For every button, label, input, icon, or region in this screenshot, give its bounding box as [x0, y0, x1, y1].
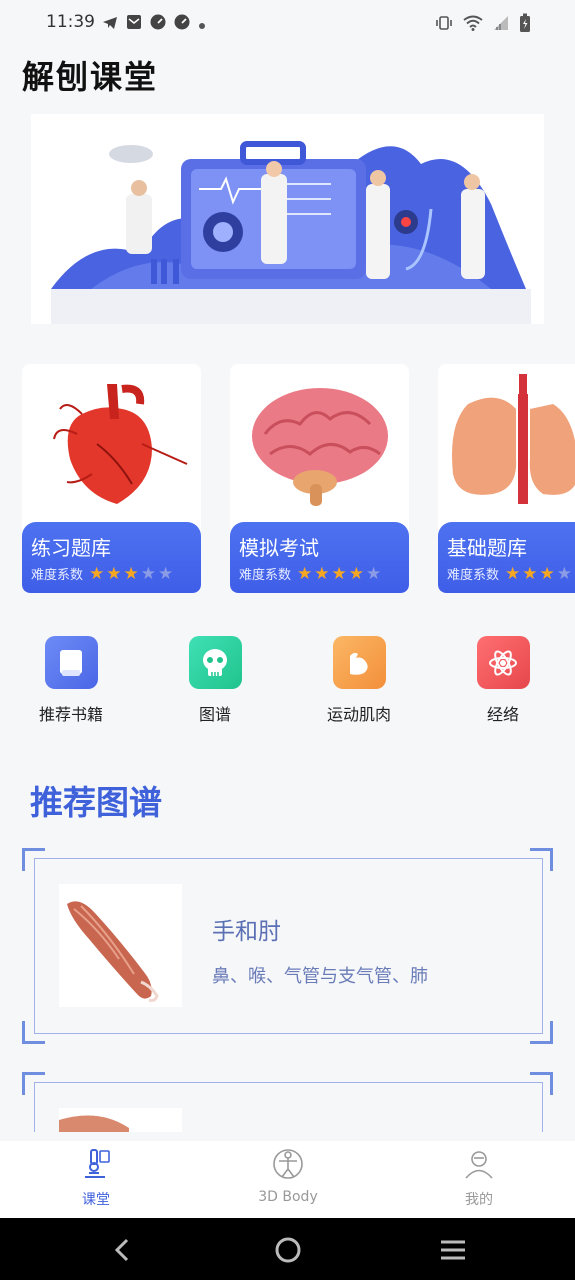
system-nav-bar: [0, 1218, 575, 1280]
quick-link-books[interactable]: 推荐书籍: [16, 636, 126, 725]
nav-label: 3D Body: [258, 1189, 318, 1205]
star-icon: ★: [539, 563, 555, 584]
speedometer-icon: [174, 14, 190, 34]
card-basic-bank[interactable]: 基础题库 难度系数 ★★★★★: [438, 364, 575, 593]
card-mock-exam[interactable]: 模拟考试 难度系数 ★ ★ ★ ★ ★: [230, 364, 409, 593]
star-icon: ★: [348, 563, 365, 584]
atlas-item[interactable]: 手和肘 鼻、喉、气管与支气管、肺: [22, 848, 553, 1044]
quick-links: 推荐书籍 图谱 运动肌肉 经络: [0, 636, 575, 726]
arm-muscle-thumbnail: [59, 884, 182, 1007]
body-icon: [271, 1149, 305, 1185]
brain-illustration: [230, 364, 409, 524]
card-practice-bank[interactable]: 练习题库 难度系数 ★ ★ ★ ★ ★: [22, 364, 201, 593]
difficulty-row: 难度系数 ★★★★★: [31, 564, 173, 583]
card-title: 练习题库: [31, 536, 111, 560]
section-title: 推荐图谱: [30, 783, 162, 822]
difficulty-label: 难度系数: [447, 568, 500, 583]
card-title: 模拟考试: [239, 536, 319, 560]
system-icons: [435, 13, 531, 37]
back-icon[interactable]: [112, 1237, 132, 1267]
wifi-icon: [463, 15, 483, 35]
atlas-item[interactable]: [22, 1072, 553, 1132]
lungs-illustration: [438, 364, 575, 524]
atlas-title: 手和肘: [212, 919, 281, 945]
dot-icon: [198, 15, 206, 34]
status-bar: 11:39: [0, 0, 575, 46]
microscope-icon: [79, 1149, 113, 1185]
star-icon: ★: [522, 563, 538, 584]
star-icon: ★: [158, 563, 174, 584]
vibrate-icon: [435, 15, 453, 35]
nav-tab-3d-body[interactable]: 3D Body: [228, 1147, 348, 1205]
star-icon: ★: [106, 563, 122, 584]
difficulty-row: 难度系数 ★★★★★: [239, 564, 381, 583]
recents-icon[interactable]: [439, 1239, 467, 1265]
status-time: 11:39: [46, 12, 95, 32]
star-icon: ★: [123, 563, 139, 584]
difficulty-stars: ★★★★★: [89, 563, 174, 584]
difficulty-stars: ★★★★★: [297, 563, 382, 584]
atlas-description: 鼻、喉、气管与支气管、肺: [212, 966, 428, 987]
app-title: 解刨课堂: [22, 58, 159, 96]
quick-link-atlas[interactable]: 图谱: [160, 636, 270, 725]
heart-illustration: [22, 364, 201, 524]
quick-link-meridians[interactable]: 经络: [448, 636, 558, 725]
difficulty-row: 难度系数 ★★★★★: [447, 564, 575, 583]
quick-link-label: 推荐书籍: [38, 705, 103, 724]
star-icon: ★: [366, 563, 382, 584]
atom-icon: [476, 636, 530, 689]
difficulty-label: 难度系数: [31, 568, 84, 583]
signal-icon: [493, 15, 509, 35]
telegram-icon: [102, 15, 118, 34]
home-icon[interactable]: [274, 1236, 302, 1268]
card-title: 基础题库: [447, 536, 527, 560]
hero-banner[interactable]: [31, 114, 544, 324]
difficulty-stars: ★★★★★: [505, 563, 575, 584]
star-icon: ★: [314, 563, 330, 584]
nav-tab-profile[interactable]: 我的: [419, 1147, 539, 1209]
star-icon: ★: [89, 563, 105, 584]
skull-icon: [188, 636, 242, 689]
bottom-nav: 课堂 3D Body 我的: [0, 1141, 575, 1218]
quick-link-muscles[interactable]: 运动肌肉: [304, 636, 414, 725]
nav-tab-classroom[interactable]: 课堂: [36, 1147, 156, 1209]
nav-label: 课堂: [82, 1192, 110, 1208]
practice-cards: 练习题库 难度系数 ★★★★★ 模拟考试 难度系数 ★★★★★: [22, 364, 575, 594]
quick-link-label: 图谱: [198, 705, 231, 724]
star-icon: ★: [297, 563, 313, 584]
difficulty-label: 难度系数: [239, 568, 292, 583]
quick-link-label: 经络: [486, 705, 519, 724]
star-icon: ★: [556, 563, 573, 584]
nav-label: 我的: [465, 1192, 493, 1208]
battery-icon: [519, 13, 531, 37]
star-icon: ★: [140, 563, 157, 584]
notification-icons: [102, 14, 206, 34]
mail-icon: [126, 14, 142, 34]
doctor-avatar-icon: [462, 1151, 496, 1185]
muscle-arm-icon: [332, 636, 386, 689]
star-icon: ★: [331, 563, 347, 584]
star-icon: ★: [505, 563, 521, 584]
speedometer-icon: [150, 14, 166, 34]
book-icon: [44, 636, 98, 689]
quick-link-label: 运动肌肉: [326, 705, 391, 724]
atlas-thumbnail: [59, 1108, 182, 1132]
medical-illustration: [31, 114, 544, 324]
